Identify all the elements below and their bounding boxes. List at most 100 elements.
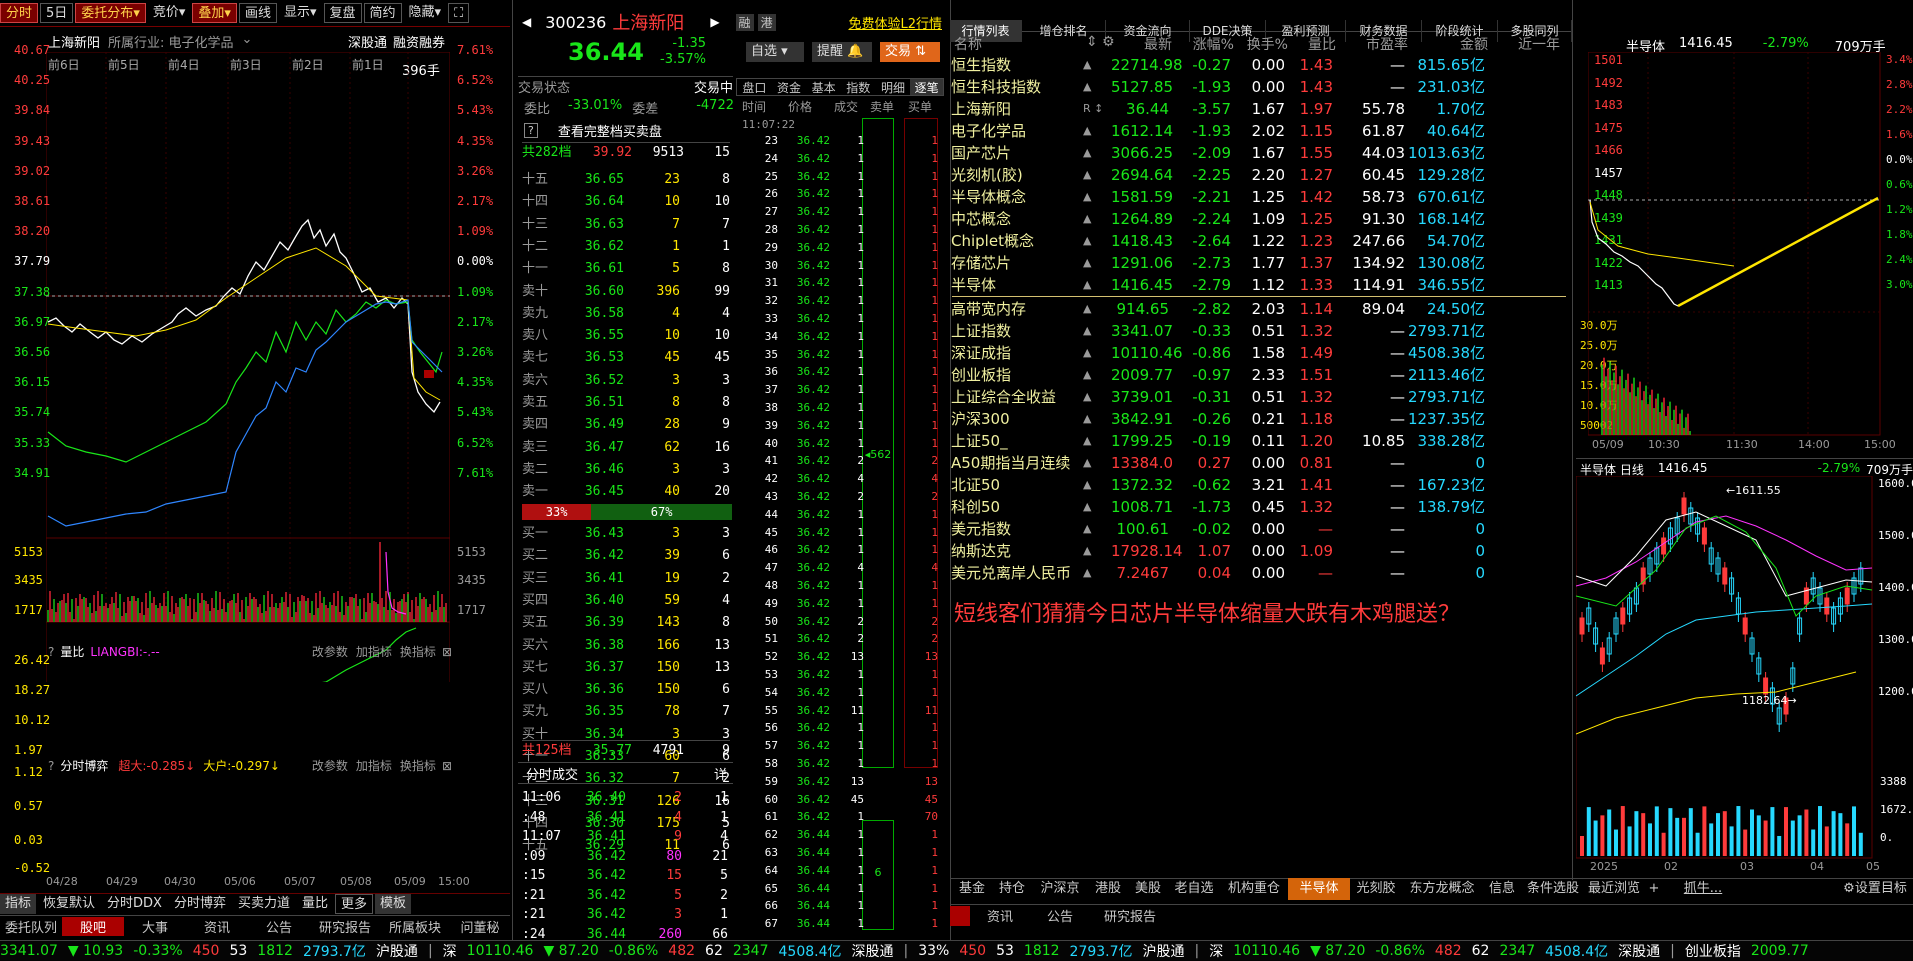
- tab-reset[interactable]: 恢复默认: [38, 894, 100, 914]
- quote-row[interactable]: 美元兑离岸人民币 ▲ 7.2467 0.04 0.00 — — 0: [951, 562, 1563, 584]
- add-tab-icon[interactable]: +: [1644, 878, 1664, 900]
- btn-edit-param[interactable]: 改参数: [312, 757, 348, 774]
- group-tab[interactable]: 最近浏览: [1584, 878, 1644, 900]
- tab-notice[interactable]: 公告: [248, 917, 310, 936]
- tab-news[interactable]: 资讯: [186, 917, 248, 936]
- tab-more[interactable]: 更多: [335, 893, 374, 914]
- tab-ask[interactable]: 问董秘: [450, 917, 510, 936]
- quote-row[interactable]: 中芯概念 ▲ 1264.89 -2.24 1.09 1.25 91.30 168.14亿: [951, 208, 1563, 230]
- sort-icon[interactable]: ⇕: [1086, 34, 1102, 52]
- tab-timeshare[interactable]: 分时: [0, 3, 39, 23]
- close-icon[interactable]: ⊠: [442, 645, 452, 659]
- tab-pankou[interactable]: 盘口: [737, 79, 772, 95]
- tab-research[interactable]: 研究报告: [310, 917, 380, 936]
- quote-row[interactable]: 上证指数 ▲ 3341.07 -0.33 0.51 1.32 —2793.71亿: [951, 320, 1563, 342]
- tab-tick-by-tick[interactable]: 逐笔: [910, 79, 943, 95]
- quote-row[interactable]: 北证50 ▲ 1372.32 -0.62 3.21 1.41 — 167.23亿: [951, 474, 1563, 496]
- settings-link[interactable]: ⚙设置目标: [1836, 878, 1913, 900]
- btn-switch-indicator[interactable]: 换指标: [400, 757, 436, 774]
- alert-button[interactable]: 提醒 🔔: [812, 42, 872, 62]
- group-tab[interactable]: 光刻胶: [1350, 878, 1402, 900]
- tab-order-distribution[interactable]: 委托分布▾: [75, 3, 146, 23]
- watchlist-button[interactable]: 自选 ▾: [746, 42, 804, 62]
- sgt-label[interactable]: 深股通: [852, 941, 894, 961]
- tab-events[interactable]: 大事: [124, 917, 186, 936]
- group-tab[interactable]: 半导体: [1288, 878, 1350, 900]
- status-sgt[interactable]: 深股通: [1618, 941, 1660, 961]
- tab-indicator[interactable]: 指标: [0, 893, 37, 914]
- tab-basic[interactable]: 基本: [806, 79, 841, 95]
- tab-boyi[interactable]: 分时博弈: [169, 894, 231, 914]
- tab-announcement[interactable]: 公告: [1030, 906, 1090, 925]
- quote-row[interactable]: 上海新阳 R ↕ 36.44 -3.57 1.67 1.97 55.78 1.70亿: [951, 98, 1563, 120]
- tab-force[interactable]: 买卖力道: [233, 894, 295, 914]
- promo-l2[interactable]: 免费体验L2行情: [848, 13, 942, 32]
- tab-template[interactable]: 模板: [375, 893, 412, 914]
- quote-row[interactable]: 电子化学品 ▲ 1612.14 -1.93 2.02 1.15 61.87 40.64亿: [951, 120, 1563, 142]
- tab-sector[interactable]: 所属板块: [380, 917, 450, 936]
- btn-add-indicator[interactable]: 加指标: [356, 757, 392, 774]
- tab-queue[interactable]: 委托队列: [0, 917, 62, 936]
- tab-detail[interactable]: 明细: [876, 79, 911, 95]
- tab-draw[interactable]: 画线: [238, 3, 277, 23]
- question-icon[interactable]: ?: [48, 759, 54, 773]
- quote-row[interactable]: A50期指当月连续 ▲ 13384.0 0.27 0.00 0.81 — 0: [951, 452, 1563, 474]
- settings-icon[interactable]: ⚙: [1102, 34, 1115, 52]
- group-tab[interactable]: 老自选: [1168, 878, 1220, 900]
- prev-icon[interactable]: ◀: [522, 15, 531, 29]
- group-tab[interactable]: 沪深京: [1032, 878, 1088, 900]
- tab-simple[interactable]: 简约: [363, 3, 402, 23]
- status-hgt[interactable]: 沪股通: [1143, 941, 1185, 961]
- quote-row[interactable]: 恒生科技指数 ▲ 5127.85 -1.93 0.00 1.43 — 231.03亿: [951, 76, 1563, 98]
- tab-report[interactable]: 研究报告: [1090, 906, 1170, 925]
- group-tab[interactable]: 港股: [1088, 878, 1128, 900]
- quote-row[interactable]: 半导体概念 ▲ 1581.59 -2.21 1.25 1.42 58.73 670.61亿: [951, 186, 1563, 208]
- quote-row[interactable]: 光刻机(胶) ▲ 2694.64 -2.25 2.20 1.27 60.45 129.28亿: [951, 164, 1563, 186]
- tag-margin[interactable]: 融资融券: [393, 32, 445, 51]
- group-tab[interactable]: 条件选股: [1522, 878, 1584, 900]
- group-tab[interactable]: 东方龙概念: [1402, 878, 1482, 900]
- grab-link[interactable]: 抓牛...: [1668, 878, 1738, 900]
- quote-row[interactable]: 国产芯片 ▲ 3066.25 -2.09 1.67 1.55 44.03 1013.63亿: [951, 142, 1563, 164]
- quote-row[interactable]: 纳斯达克 ▲ 17928.14 1.07 0.00 1.09 — 0: [951, 540, 1563, 562]
- chevron-down-icon[interactable]: ⌄: [242, 32, 253, 51]
- group-tab[interactable]: 美股: [1128, 878, 1168, 900]
- tab-liangbi[interactable]: 量比: [297, 894, 333, 914]
- tab-guba[interactable]: 股吧: [62, 917, 124, 936]
- full-book-link[interactable]: ? 查看完整档买卖盘: [524, 120, 734, 140]
- group-tab[interactable]: 基金: [952, 878, 992, 900]
- ticks-detail-button[interactable]: 详: [714, 764, 727, 783]
- tab-ddx[interactable]: 分时DDX: [102, 894, 167, 914]
- tab-5day[interactable]: 5日: [40, 3, 74, 23]
- quote-row[interactable]: 美元指数 ▲ 100.61 -0.02 0.00 — — 0: [951, 518, 1563, 540]
- quote-row[interactable]: 深证成指 ▲ 10110.46 -0.86 1.58 1.49 —4508.38亿: [951, 342, 1563, 364]
- close-icon[interactable]: ⊠: [442, 759, 452, 773]
- btn-add-indicator[interactable]: 加指标: [356, 643, 392, 660]
- trade-button[interactable]: 交易 ⇅: [880, 42, 940, 62]
- quote-row[interactable]: 高带宽内存 ▲ 914.65 -2.82 2.03 1.14 89.04 24.50亿: [951, 298, 1563, 320]
- tab-replay[interactable]: 复盘: [323, 3, 362, 23]
- fullscreen-icon[interactable]: ⛶: [448, 3, 470, 23]
- tab-hide[interactable]: 隐藏▾: [404, 3, 447, 23]
- quote-row[interactable]: Chiplet概念 ▲ 1418.43 -2.64 1.22 1.23 247.66 54.7…: [951, 230, 1563, 252]
- quote-row[interactable]: 恒生指数 ▲ 22714.98 -0.27 0.00 1.43 — 815.65亿: [951, 54, 1563, 76]
- group-tab[interactable]: 机构重仓: [1220, 878, 1288, 900]
- quote-row[interactable]: 存储芯片 ▲ 1291.06 -2.73 1.77 1.37 134.92 130.08亿: [951, 252, 1563, 274]
- quote-row[interactable]: 上证50_ ▲ 1799.25 -0.19 0.11 1.20 10.85 338.28亿: [951, 430, 1563, 452]
- hgt-label[interactable]: 沪股通: [376, 941, 418, 961]
- group-tab[interactable]: 持仓: [992, 878, 1032, 900]
- tab-capital[interactable]: 资金: [772, 79, 807, 95]
- quote-row[interactable]: 上证综合全收益 ▲ 3739.01 -0.31 0.51 1.32 —2793.71亿: [951, 386, 1563, 408]
- tab-index[interactable]: 指数: [841, 79, 876, 95]
- tab-overlay[interactable]: 叠加▾: [192, 3, 237, 23]
- tab-auction[interactable]: 竞价▾: [148, 3, 191, 23]
- next-icon[interactable]: ▶: [710, 15, 719, 29]
- quote-row[interactable]: 沪深300 ▲ 3842.91 -0.26 0.21 1.18 —1237.35亿: [951, 408, 1563, 430]
- group-tab[interactable]: 信息: [1482, 878, 1522, 900]
- quote-row[interactable]: 半导体 ▲ 1416.45 -2.79 1.12 1.33 114.91 346.55亿: [951, 274, 1563, 296]
- btn-switch-indicator[interactable]: 换指标: [400, 643, 436, 660]
- btn-edit-param[interactable]: 改参数: [312, 643, 348, 660]
- tab-info[interactable]: 资讯: [970, 906, 1030, 925]
- tab-display[interactable]: 显示▾: [279, 3, 322, 23]
- quote-row[interactable]: 科创50 ▲ 1008.71 -1.73 0.45 1.32 — 138.79亿: [951, 496, 1563, 518]
